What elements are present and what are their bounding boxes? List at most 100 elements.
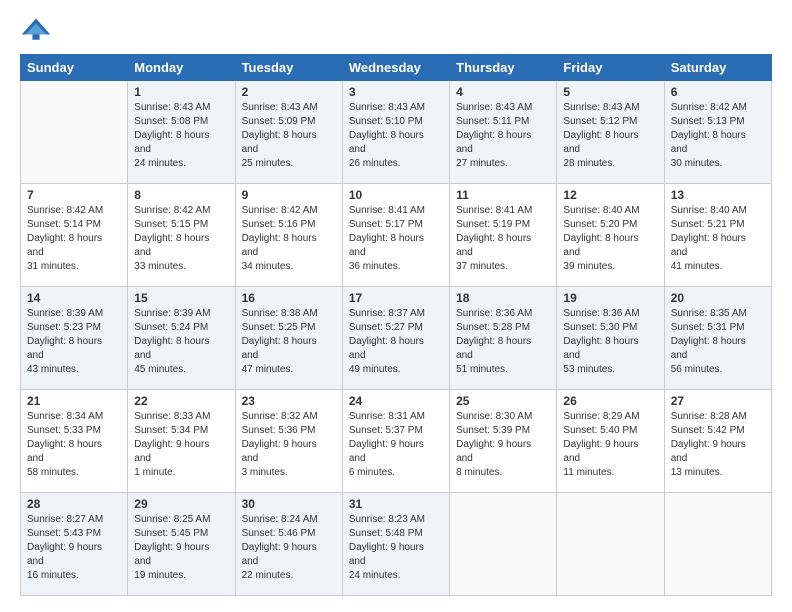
week-row-4: 28 Sunrise: 8:27 AM Sunset: 5:43 PM Dayl… (21, 493, 772, 596)
day-number: 24 (349, 394, 443, 408)
calendar-cell: 16 Sunrise: 8:38 AM Sunset: 5:25 PM Dayl… (235, 287, 342, 390)
day-number: 17 (349, 291, 443, 305)
calendar-cell: 24 Sunrise: 8:31 AM Sunset: 5:37 PM Dayl… (342, 390, 449, 493)
day-info: Sunrise: 8:36 AM Sunset: 5:30 PM Dayligh… (563, 307, 657, 377)
day-info: Sunrise: 8:34 AM Sunset: 5:33 PM Dayligh… (27, 410, 121, 480)
calendar-cell: 11 Sunrise: 8:41 AM Sunset: 5:19 PM Dayl… (450, 184, 557, 287)
calendar-cell: 8 Sunrise: 8:42 AM Sunset: 5:15 PM Dayli… (128, 184, 235, 287)
weekday-header-friday: Friday (557, 55, 664, 81)
day-info: Sunrise: 8:40 AM Sunset: 5:21 PM Dayligh… (671, 204, 765, 274)
day-number: 20 (671, 291, 765, 305)
calendar-cell: 19 Sunrise: 8:36 AM Sunset: 5:30 PM Dayl… (557, 287, 664, 390)
header (20, 16, 772, 44)
calendar-cell: 5 Sunrise: 8:43 AM Sunset: 5:12 PM Dayli… (557, 81, 664, 184)
day-number: 1 (134, 85, 228, 99)
weekday-header-monday: Monday (128, 55, 235, 81)
calendar-cell: 23 Sunrise: 8:32 AM Sunset: 5:36 PM Dayl… (235, 390, 342, 493)
week-row-2: 14 Sunrise: 8:39 AM Sunset: 5:23 PM Dayl… (21, 287, 772, 390)
day-number: 9 (242, 188, 336, 202)
calendar-cell: 29 Sunrise: 8:25 AM Sunset: 5:45 PM Dayl… (128, 493, 235, 596)
calendar-cell (450, 493, 557, 596)
day-info: Sunrise: 8:31 AM Sunset: 5:37 PM Dayligh… (349, 410, 443, 480)
day-number: 4 (456, 85, 550, 99)
day-number: 13 (671, 188, 765, 202)
day-info: Sunrise: 8:43 AM Sunset: 5:12 PM Dayligh… (563, 101, 657, 171)
day-number: 25 (456, 394, 550, 408)
week-row-0: 1 Sunrise: 8:43 AM Sunset: 5:08 PM Dayli… (21, 81, 772, 184)
day-info: Sunrise: 8:42 AM Sunset: 5:16 PM Dayligh… (242, 204, 336, 274)
weekday-header-tuesday: Tuesday (235, 55, 342, 81)
day-info: Sunrise: 8:35 AM Sunset: 5:31 PM Dayligh… (671, 307, 765, 377)
calendar-cell: 18 Sunrise: 8:36 AM Sunset: 5:28 PM Dayl… (450, 287, 557, 390)
calendar-cell: 25 Sunrise: 8:30 AM Sunset: 5:39 PM Dayl… (450, 390, 557, 493)
day-info: Sunrise: 8:28 AM Sunset: 5:42 PM Dayligh… (671, 410, 765, 480)
day-info: Sunrise: 8:23 AM Sunset: 5:48 PM Dayligh… (349, 513, 443, 583)
day-number: 3 (349, 85, 443, 99)
calendar-cell: 1 Sunrise: 8:43 AM Sunset: 5:08 PM Dayli… (128, 81, 235, 184)
day-number: 6 (671, 85, 765, 99)
calendar-cell: 21 Sunrise: 8:34 AM Sunset: 5:33 PM Dayl… (21, 390, 128, 493)
logo (20, 16, 56, 44)
day-number: 11 (456, 188, 550, 202)
day-number: 19 (563, 291, 657, 305)
week-row-1: 7 Sunrise: 8:42 AM Sunset: 5:14 PM Dayli… (21, 184, 772, 287)
calendar-cell: 31 Sunrise: 8:23 AM Sunset: 5:48 PM Dayl… (342, 493, 449, 596)
calendar-table: SundayMondayTuesdayWednesdayThursdayFrid… (20, 54, 772, 596)
weekday-header-sunday: Sunday (21, 55, 128, 81)
logo-icon (20, 16, 52, 44)
calendar-cell: 30 Sunrise: 8:24 AM Sunset: 5:46 PM Dayl… (235, 493, 342, 596)
calendar-cell: 22 Sunrise: 8:33 AM Sunset: 5:34 PM Dayl… (128, 390, 235, 493)
day-info: Sunrise: 8:27 AM Sunset: 5:43 PM Dayligh… (27, 513, 121, 583)
day-info: Sunrise: 8:39 AM Sunset: 5:24 PM Dayligh… (134, 307, 228, 377)
calendar-cell: 27 Sunrise: 8:28 AM Sunset: 5:42 PM Dayl… (664, 390, 771, 493)
day-info: Sunrise: 8:33 AM Sunset: 5:34 PM Dayligh… (134, 410, 228, 480)
calendar-cell: 7 Sunrise: 8:42 AM Sunset: 5:14 PM Dayli… (21, 184, 128, 287)
day-number: 28 (27, 497, 121, 511)
day-info: Sunrise: 8:42 AM Sunset: 5:14 PM Dayligh… (27, 204, 121, 274)
calendar-cell: 28 Sunrise: 8:27 AM Sunset: 5:43 PM Dayl… (21, 493, 128, 596)
calendar-cell: 10 Sunrise: 8:41 AM Sunset: 5:17 PM Dayl… (342, 184, 449, 287)
day-info: Sunrise: 8:41 AM Sunset: 5:17 PM Dayligh… (349, 204, 443, 274)
day-number: 15 (134, 291, 228, 305)
day-info: Sunrise: 8:43 AM Sunset: 5:11 PM Dayligh… (456, 101, 550, 171)
day-number: 22 (134, 394, 228, 408)
day-number: 2 (242, 85, 336, 99)
day-number: 26 (563, 394, 657, 408)
week-row-3: 21 Sunrise: 8:34 AM Sunset: 5:33 PM Dayl… (21, 390, 772, 493)
day-number: 23 (242, 394, 336, 408)
calendar-cell: 12 Sunrise: 8:40 AM Sunset: 5:20 PM Dayl… (557, 184, 664, 287)
calendar-cell: 14 Sunrise: 8:39 AM Sunset: 5:23 PM Dayl… (21, 287, 128, 390)
calendar-cell: 26 Sunrise: 8:29 AM Sunset: 5:40 PM Dayl… (557, 390, 664, 493)
calendar-cell: 20 Sunrise: 8:35 AM Sunset: 5:31 PM Dayl… (664, 287, 771, 390)
day-number: 21 (27, 394, 121, 408)
day-number: 14 (27, 291, 121, 305)
day-info: Sunrise: 8:43 AM Sunset: 5:09 PM Dayligh… (242, 101, 336, 171)
day-number: 5 (563, 85, 657, 99)
day-number: 12 (563, 188, 657, 202)
day-number: 29 (134, 497, 228, 511)
day-info: Sunrise: 8:25 AM Sunset: 5:45 PM Dayligh… (134, 513, 228, 583)
day-number: 31 (349, 497, 443, 511)
day-info: Sunrise: 8:24 AM Sunset: 5:46 PM Dayligh… (242, 513, 336, 583)
day-info: Sunrise: 8:36 AM Sunset: 5:28 PM Dayligh… (456, 307, 550, 377)
day-info: Sunrise: 8:42 AM Sunset: 5:15 PM Dayligh… (134, 204, 228, 274)
calendar-cell: 2 Sunrise: 8:43 AM Sunset: 5:09 PM Dayli… (235, 81, 342, 184)
calendar-cell: 6 Sunrise: 8:42 AM Sunset: 5:13 PM Dayli… (664, 81, 771, 184)
calendar-cell: 3 Sunrise: 8:43 AM Sunset: 5:10 PM Dayli… (342, 81, 449, 184)
calendar-cell: 9 Sunrise: 8:42 AM Sunset: 5:16 PM Dayli… (235, 184, 342, 287)
calendar-cell (664, 493, 771, 596)
calendar-cell (21, 81, 128, 184)
calendar-cell (557, 493, 664, 596)
day-info: Sunrise: 8:38 AM Sunset: 5:25 PM Dayligh… (242, 307, 336, 377)
page: SundayMondayTuesdayWednesdayThursdayFrid… (0, 0, 792, 612)
day-number: 10 (349, 188, 443, 202)
calendar-cell: 4 Sunrise: 8:43 AM Sunset: 5:11 PM Dayli… (450, 81, 557, 184)
day-info: Sunrise: 8:39 AM Sunset: 5:23 PM Dayligh… (27, 307, 121, 377)
weekday-header-saturday: Saturday (664, 55, 771, 81)
day-number: 30 (242, 497, 336, 511)
day-number: 7 (27, 188, 121, 202)
weekday-header-wednesday: Wednesday (342, 55, 449, 81)
calendar-cell: 15 Sunrise: 8:39 AM Sunset: 5:24 PM Dayl… (128, 287, 235, 390)
day-info: Sunrise: 8:43 AM Sunset: 5:10 PM Dayligh… (349, 101, 443, 171)
day-info: Sunrise: 8:29 AM Sunset: 5:40 PM Dayligh… (563, 410, 657, 480)
